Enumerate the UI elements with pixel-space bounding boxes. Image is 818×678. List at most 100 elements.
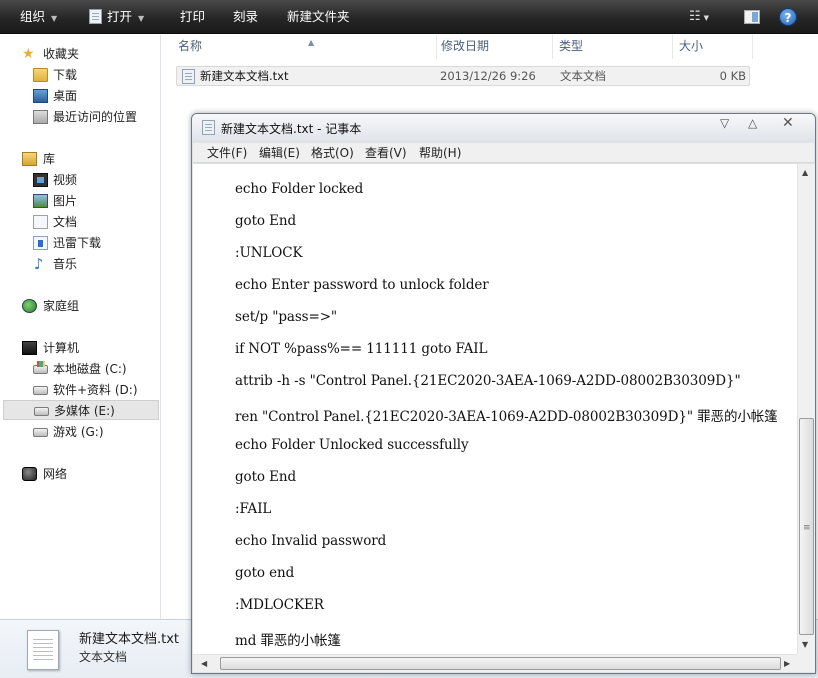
view-options-icon[interactable]: ☷ ▼ — [689, 8, 711, 26]
nav-computer[interactable]: 计算机 — [0, 338, 160, 358]
nav-favorites[interactable]: 收藏夹 — [0, 44, 160, 64]
column-header-type[interactable]: 类型 — [553, 35, 673, 59]
nav-documents[interactable]: 文档 — [0, 212, 160, 232]
scroll-down-icon[interactable]: ▼ — [802, 640, 808, 649]
nav-pictures-label: 图片 — [53, 194, 78, 208]
nav-network[interactable]: 网络 — [0, 464, 160, 484]
code-line: :MDLOCKER — [235, 597, 324, 613]
nav-desktop[interactable]: 桌面 — [0, 86, 160, 106]
horizontal-scroll-thumb[interactable] — [220, 657, 781, 670]
nav-drive-g[interactable]: 游戏 (G:) — [0, 422, 160, 442]
nav-libraries[interactable]: 库 — [0, 149, 160, 169]
nav-drive-e[interactable]: 多媒体 (E:) — [3, 400, 159, 420]
nav-homegroup[interactable]: 家庭组 — [0, 296, 160, 316]
notepad-icon — [202, 120, 215, 135]
notepad-menu-bar: 文件(F) 编辑(E) 格式(O) 查看(V) 帮助(H) — [193, 143, 814, 163]
vertical-scrollbar[interactable]: ▲ ≡ ▼ — [797, 164, 815, 654]
column-header-name[interactable]: 名称 ▲ — [172, 35, 437, 59]
nav-drive-c-label: 本地磁盘 (C:) — [53, 362, 127, 376]
column-name-label: 名称 — [178, 39, 203, 53]
maximize-icon[interactable]: △ — [748, 114, 757, 132]
code-line: goto End — [235, 469, 297, 485]
code-line: goto end — [235, 565, 295, 581]
nav-recent-label: 最近访问的位置 — [53, 110, 138, 124]
pictures-icon — [33, 194, 48, 208]
organize-label: 组织 — [20, 9, 46, 24]
nav-videos[interactable]: 视频 — [0, 170, 160, 190]
notepad-text-area[interactable]: echo Folder locked goto End :UNLOCK echo… — [193, 164, 797, 654]
help-icon[interactable]: ? — [779, 8, 797, 26]
menu-format[interactable]: 格式(O) — [311, 143, 354, 163]
code-line: goto End — [235, 213, 297, 229]
new-folder-label: 新建文件夹 — [287, 9, 350, 24]
nav-downloads-label: 下载 — [53, 68, 78, 82]
column-modified-label: 修改日期 — [441, 39, 490, 53]
code-line: ren "Control Panel.{21EC2020-3AEA-1069-A… — [235, 409, 778, 425]
nav-xunlei-downloads[interactable]: 迅雷下载 — [0, 233, 160, 253]
nav-drive-d[interactable]: 软件+资料 (D:) — [0, 380, 160, 400]
code-line: echo Folder locked — [235, 181, 364, 197]
drive-icon — [34, 407, 49, 416]
nav-drive-d-label: 软件+资料 (D:) — [53, 383, 138, 397]
download-library-icon — [33, 236, 48, 250]
code-line: echo Invalid password — [235, 533, 387, 549]
downloads-folder-icon — [33, 68, 48, 82]
code-line: echo Enter password to unlock folder — [235, 277, 489, 293]
file-size: 0 KB — [719, 69, 746, 83]
details-file-type: 文本文档 — [79, 650, 128, 664]
code-line: :UNLOCK — [235, 245, 303, 261]
vertical-scroll-thumb[interactable]: ≡ — [799, 418, 814, 635]
star-icon — [22, 44, 37, 64]
nav-favorites-label: 收藏夹 — [43, 47, 80, 61]
nav-pictures[interactable]: 图片 — [0, 191, 160, 211]
scroll-up-icon[interactable]: ▲ — [802, 168, 808, 177]
open-label: 打开 — [107, 9, 133, 24]
nav-drive-g-label: 游戏 (G:) — [53, 425, 104, 439]
text-file-icon — [89, 9, 102, 24]
organize-button[interactable]: 组织 ▼ — [20, 0, 57, 34]
column-size-label: 大小 — [679, 39, 704, 53]
desktop-icon — [33, 89, 48, 103]
print-button[interactable]: 打印 — [180, 0, 205, 34]
column-header-modified[interactable]: 修改日期 — [435, 35, 553, 59]
notepad-title-bar[interactable]: 新建文本文档.txt - 记事本 ▽ △ ✕ — [192, 114, 815, 142]
computer-icon — [22, 341, 37, 355]
code-line: :FAIL — [235, 501, 272, 517]
new-folder-button[interactable]: 新建文件夹 — [287, 0, 350, 34]
file-modified: 2013/12/26 9:26 — [440, 69, 536, 83]
menu-view[interactable]: 查看(V) — [365, 143, 407, 163]
file-name: 新建文本文档.txt — [200, 69, 289, 83]
nav-downloads[interactable]: 下载 — [0, 65, 160, 85]
print-label: 打印 — [180, 9, 206, 24]
code-line: set/p "pass=>" — [235, 309, 338, 325]
column-type-label: 类型 — [559, 39, 584, 53]
preview-pane-icon[interactable] — [744, 10, 760, 24]
file-row[interactable]: 新建文本文档.txt 2013/12/26 9:26 文本文档 0 KB — [176, 66, 750, 86]
recent-places-icon — [33, 110, 48, 124]
horizontal-scrollbar[interactable]: ◀ ▶ — [193, 654, 797, 672]
resize-grip[interactable] — [797, 654, 815, 672]
open-button[interactable]: 打开 ▼ — [89, 0, 144, 34]
scroll-right-icon[interactable]: ▶ — [784, 659, 790, 668]
nav-xunlei-label: 迅雷下载 — [53, 236, 102, 250]
burn-button[interactable]: 刻录 — [233, 0, 258, 34]
nav-drive-e-label: 多媒体 (E:) — [54, 404, 115, 418]
file-type: 文本文档 — [560, 69, 606, 83]
nav-desktop-label: 桌面 — [53, 89, 78, 103]
nav-drive-c[interactable]: 本地磁盘 (C:) — [0, 359, 160, 379]
nav-libraries-label: 库 — [43, 152, 56, 166]
minimize-icon[interactable]: ▽ — [720, 114, 729, 132]
scroll-left-icon[interactable]: ◀ — [201, 659, 207, 668]
menu-help[interactable]: 帮助(H) — [419, 143, 461, 163]
nav-music[interactable]: 音乐 — [0, 254, 160, 274]
library-icon — [22, 152, 37, 166]
close-icon[interactable]: ✕ — [782, 114, 794, 132]
nav-computer-label: 计算机 — [43, 341, 80, 355]
menu-edit[interactable]: 编辑(E) — [259, 143, 300, 163]
nav-recent[interactable]: 最近访问的位置 — [0, 107, 160, 127]
drive-icon — [33, 428, 48, 437]
code-line: if NOT %pass%== 111111 goto FAIL — [235, 341, 488, 357]
notepad-title: 新建文本文档.txt - 记事本 — [221, 122, 362, 136]
column-header-size[interactable]: 大小 — [673, 35, 753, 59]
menu-file[interactable]: 文件(F) — [207, 143, 247, 163]
